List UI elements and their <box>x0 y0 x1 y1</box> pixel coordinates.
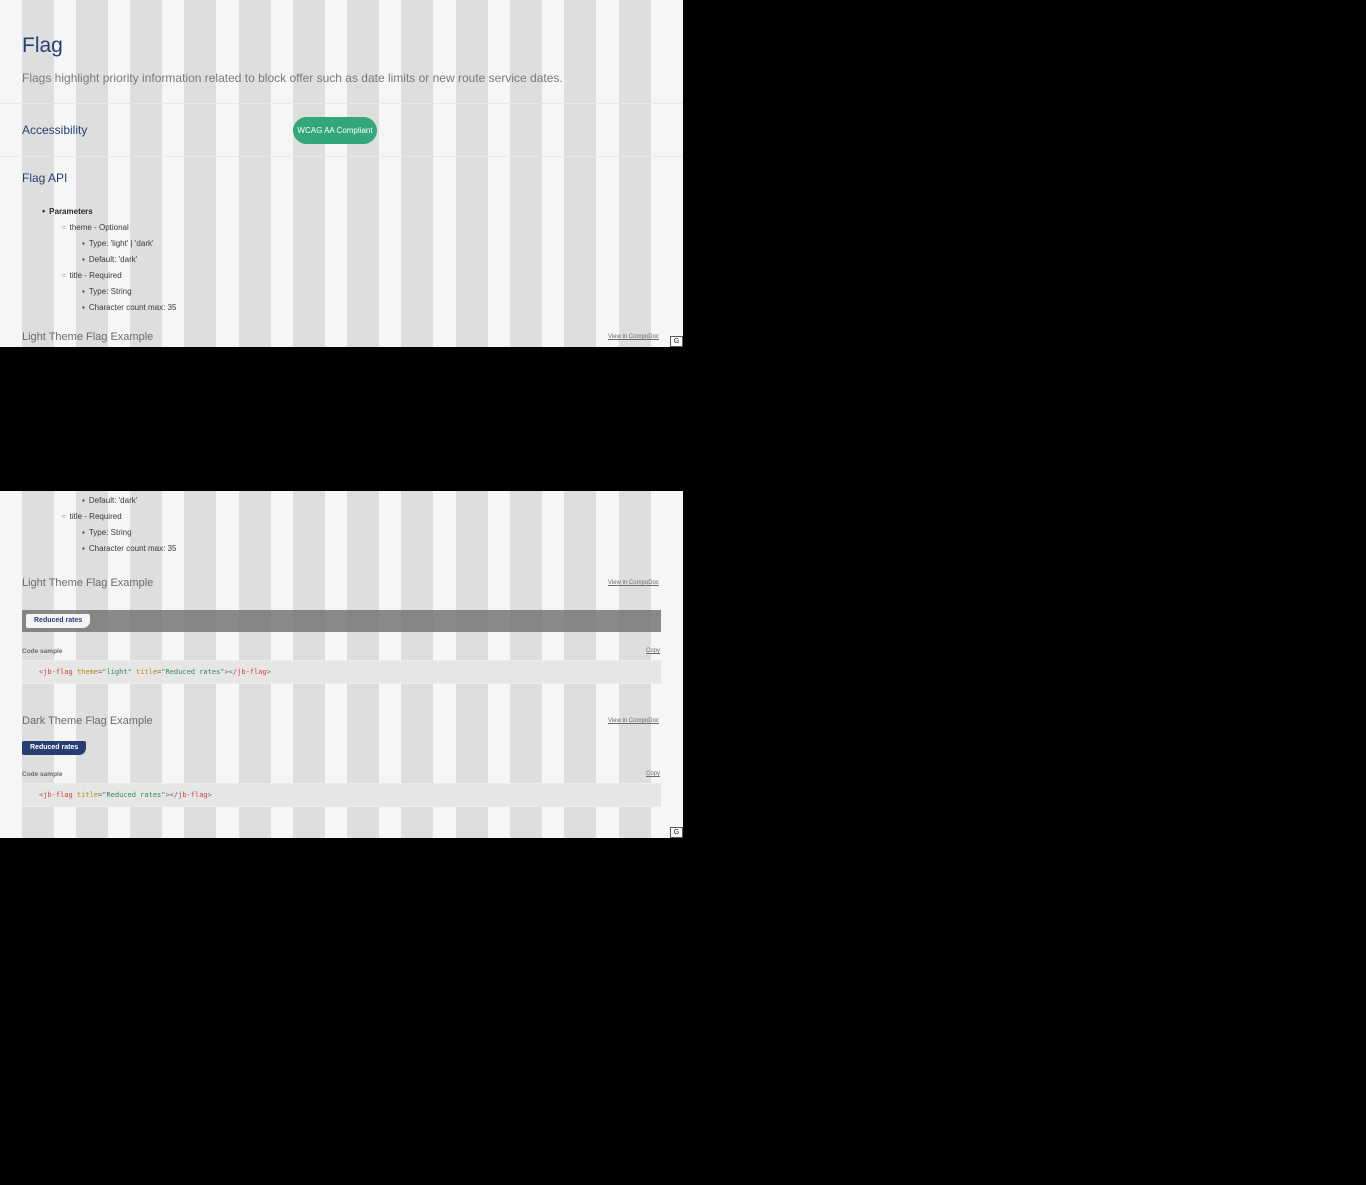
param-title-type: Type: String <box>82 525 176 541</box>
api-parameter-list-continued: Default: 'dark' title - Required Type: S… <box>22 493 177 557</box>
grid-toggle-button[interactable]: G <box>670 827 683 838</box>
doc-page-scrolled: Default: 'dark' title - Required Type: S… <box>0 491 683 838</box>
param-title-type: Type: String <box>82 284 176 300</box>
divider <box>0 103 683 104</box>
code-sample-light: <jb-flag theme="light" title="Reduced ra… <box>22 660 661 684</box>
dark-example-heading: Dark Theme Flag Example <box>22 715 153 727</box>
param-theme-default: Default: 'dark' <box>82 252 176 268</box>
param-title: title - Required Type: String Character … <box>62 268 177 316</box>
copy-button-dark[interactable]: Copy <box>646 771 660 777</box>
light-example-heading: Light Theme Flag Example <box>22 331 154 343</box>
flag-dark: Reduced rates <box>22 741 87 755</box>
compodoc-link-light[interactable]: View in CompoDoc <box>608 580 659 586</box>
divider <box>0 156 683 157</box>
copy-button-light[interactable]: Copy <box>646 648 660 654</box>
code-sample-label: Code sample <box>22 771 63 778</box>
page-title: Flag <box>22 34 63 57</box>
grid-toggle-button[interactable]: G <box>670 336 683 347</box>
param-title-max: Character count max: 35 <box>82 541 177 557</box>
code-sample-label: Code sample <box>22 648 63 655</box>
param-theme-default: Default: 'dark' <box>82 493 176 509</box>
code-sample-dark: <jb-flag title="Reduced rates"></jb-flag… <box>22 783 661 807</box>
param-theme-type: Type: 'light' | 'dark' <box>82 236 176 252</box>
parameters-label: Parameters theme - Optional Type: 'light… <box>42 203 176 316</box>
wcag-badge: WCAG AA Compliant <box>293 117 377 144</box>
param-title-max: Character count max: 35 <box>82 300 177 316</box>
doc-page-top: Flag Flags highlight priority informatio… <box>0 0 683 347</box>
api-parameter-list: Parameters theme - Optional Type: 'light… <box>22 203 176 316</box>
light-example-heading: Light Theme Flag Example <box>22 577 154 589</box>
param-theme: theme - Optional Type: 'light' | 'dark' … <box>62 220 176 268</box>
light-flag-demo: Reduced rates <box>22 610 661 632</box>
param-title: title - Required Type: String Character … <box>62 509 177 557</box>
flag-api-heading: Flag API <box>22 171 68 185</box>
flag-light: Reduced rates <box>26 614 91 628</box>
compodoc-link[interactable]: View in CompoDoc <box>608 334 659 340</box>
accessibility-heading: Accessibility <box>22 123 88 137</box>
page-lead: Flags highlight priority information rel… <box>22 71 563 85</box>
compodoc-link-dark[interactable]: View in CompoDoc <box>608 718 659 724</box>
